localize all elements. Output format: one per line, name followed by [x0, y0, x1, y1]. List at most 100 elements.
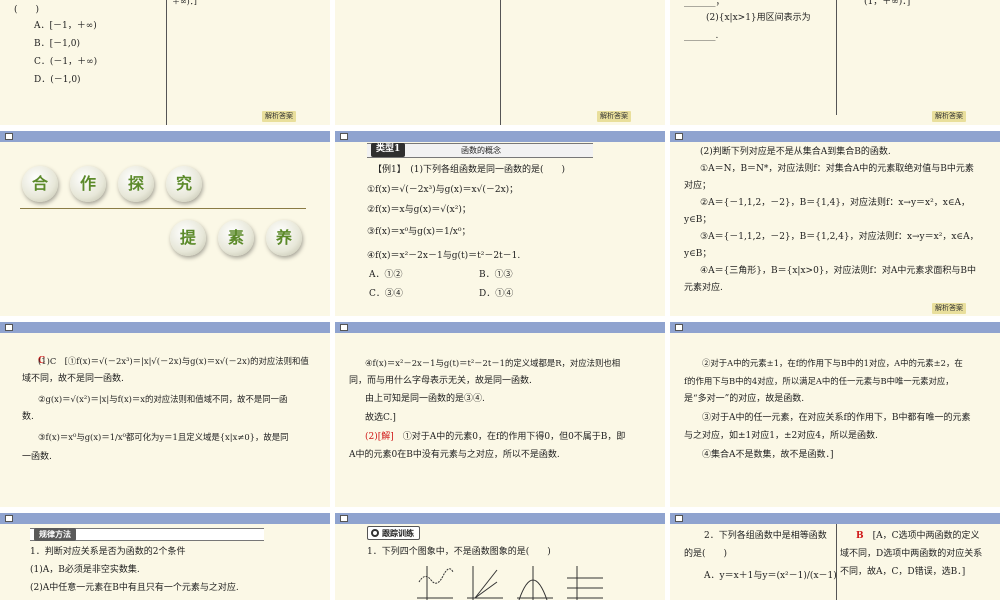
item-3: ③f(x)＝x⁰与g(x)＝1/x⁰；: [367, 227, 471, 237]
slide-icon: [675, 324, 683, 331]
slide-icon: [340, 133, 348, 140]
slide-grid: ( ) A．[－1，＋∞) B．[－1,0) C．(－1，＋∞) D．(－1,0…: [0, 0, 1000, 600]
slide-8-body: ④f(x)＝x²－2x－1与g(t)＝t²－2t－1的定义域都是R，对应法则也相…: [335, 333, 665, 507]
solution-line: 同，而与用什么字母表示无关，故是同一函数.: [349, 376, 532, 386]
option-d: D．①④: [479, 289, 514, 299]
solution-line: ④f(x)＝x²－2x－1与g(t)＝t²－2t－1的定义域都是R，对应法则也相: [365, 358, 621, 368]
slide-4[interactable]: 合 作 探 究 提 素 养: [0, 131, 330, 316]
slide-bar: [0, 131, 330, 142]
slide-icon: [340, 515, 348, 522]
option-b: B．①③: [479, 270, 513, 280]
slide-7-body: C (1)C [①f(x)＝√(－2x³)＝|x|√(－2x)与g(x)＝x√(…: [0, 333, 330, 507]
option-b: B．[－1,0): [34, 39, 80, 49]
slide-bar: [670, 131, 1000, 142]
question-line: (2){x|x>1}用区间表示为: [706, 13, 811, 23]
graph-b: [467, 566, 503, 600]
solution-line: (1)C [①f(x)＝√(－2x³)＝|x|√(－2x)与g(x)＝x√(－2…: [38, 356, 309, 366]
slide-bar: [670, 513, 1000, 524]
slide-12[interactable]: 2．下列各组函数中是相等函数 的是( ) A．y＝x＋1与y＝(x²－1)/(x…: [670, 513, 1000, 600]
solution-line: ④集合A不是数集，故不是函数．]: [702, 450, 834, 460]
slide-9-body: ②对于A中的元素±1，在f的作用下与B中的1对应，A中的元素±2，在 f的作用下…: [670, 333, 1000, 507]
solution-line: 一函数.: [22, 452, 52, 462]
slide-5-body: 函数的概念 类型1 【例1】 (1)下列各组函数是同一函数的是( ) ①f(x)…: [335, 142, 665, 316]
solution-line: 是“多对一”的对应，故是函数.: [684, 394, 805, 404]
slide-12-body: 2．下列各组函数中是相等函数 的是( ) A．y＝x＋1与y＝(x²－1)/(x…: [670, 524, 1000, 600]
method-line: (2)A中任意一元素在B中有且只有一个元素与之对应.: [30, 583, 239, 593]
divider: [836, 524, 837, 600]
question-line: ②A＝{－1,1,2，－2}，B＝{1,4}，对应法则f：x→y＝x²，x∈A，: [700, 198, 970, 208]
slide-icon: [5, 515, 13, 522]
option-a: A．①②: [369, 270, 403, 280]
graph-a: [417, 566, 454, 600]
slide-icon: [5, 324, 13, 331]
question-line: ④A＝{三角形}，B＝{x|x>0}，对应法则f：对A中元素求面积与B中: [700, 266, 976, 276]
slide-bar: [0, 322, 330, 333]
slide-8[interactable]: ④f(x)＝x²－2x－1与g(t)＝t²－2t－1的定义域都是R，对应法则也相…: [335, 322, 665, 507]
subtitle-char-circle: 养: [266, 220, 302, 256]
slide-11-body: 跟踪训练 1．下列四个图象中，不是函数图象的是( ): [335, 524, 665, 600]
slide-11[interactable]: 跟踪训练 1．下列四个图象中，不是函数图象的是( ): [335, 513, 665, 600]
subtitle-char-circle: 提: [170, 220, 206, 256]
subtitle-char-circle: 素: [218, 220, 254, 256]
answer-text: [A，C选项中两函数的定义: [872, 531, 980, 541]
solution-line: ②对于A中的元素±1，在f的作用下与B中的1对应，A中的元素±2，在: [702, 358, 963, 368]
slide-icon: [675, 133, 683, 140]
right-text: ＋∞)．]: [172, 0, 197, 6]
solution-line: 域不同，故不是同一函数.: [22, 374, 124, 384]
slide-10-body: 规律方法 1．判断对应关系是否为函数的2个条件 (1)A，B必须是非空实数集. …: [0, 524, 330, 600]
slide-bar: [670, 322, 1000, 333]
slide-5[interactable]: 函数的概念 类型1 【例1】 (1)下列各组函数是同一函数的是( ) ①f(x)…: [335, 131, 665, 316]
answer-line: 域不同，D选项中两函数的对应关系: [840, 549, 983, 559]
section-tab: 类型1: [371, 143, 406, 157]
question-paren: ( ): [14, 5, 40, 15]
question-line: y∈B；: [684, 249, 712, 259]
option-c: C．(－1，＋∞): [34, 57, 98, 67]
slide-1-body: ( ) A．[－1，＋∞) B．[－1,0) C．(－1，＋∞) D．(－1,0…: [0, 0, 330, 125]
answer-button[interactable]: 解析答案: [932, 303, 966, 314]
answer-button[interactable]: 解析答案: [262, 111, 296, 122]
title-char-circle: 究: [166, 166, 202, 202]
title-char-circle: 作: [70, 166, 106, 202]
answer-button[interactable]: 解析答案: [597, 111, 631, 122]
solution-line: ③对于A中的任一元素，在对应关系f的作用下，B中都有唯一的元素: [702, 413, 971, 423]
exercise-question: 2．下列各组函数中是相等函数: [704, 531, 827, 541]
slide-3[interactable]: _______； (2){x|x>1}用区间表示为 _______. (1，＋∞…: [670, 0, 1000, 125]
graph-d: [567, 566, 603, 600]
item-4: ④f(x)＝x²－2x－1与g(t)＝t²－2t－1.: [367, 251, 521, 261]
slide-2-body: 解析答案: [335, 0, 665, 125]
divider: [836, 0, 837, 115]
slide-9[interactable]: ②对于A中的元素±1，在f的作用下与B中的1对应，A中的元素±2，在 f的作用下…: [670, 322, 1000, 507]
slide-1[interactable]: ( ) A．[－1，＋∞) B．[－1,0) C．(－1，＋∞) D．(－1,0…: [0, 0, 330, 125]
option-c: C．③④: [369, 289, 403, 299]
target-icon: [371, 529, 379, 537]
exercise-question: 的是( ): [684, 549, 728, 559]
solution-line: (2)[解] ①对于A中的元素0，在f的作用下得0，但0不属于B，即: [365, 431, 625, 445]
question-line: 对应；: [684, 181, 712, 191]
divider: [500, 0, 501, 125]
question-line: (2)判断下列对应是不是从集合A到集合B的函数.: [700, 147, 891, 157]
divider: [166, 0, 167, 125]
question-line: ①A＝N，B＝N*，对应法则f：对集合A中的元素取绝对值与B中元素: [700, 164, 974, 174]
solution-tag: (2)[解]: [365, 432, 394, 442]
title-char-circle: 探: [118, 166, 154, 202]
question-line: 元素对应.: [684, 283, 723, 293]
option-a: A．y＝x＋1与y＝(x²－1)/(x－1): [704, 571, 837, 581]
answer-button[interactable]: 解析答案: [932, 111, 966, 122]
slide-3-body: _______； (2){x|x>1}用区间表示为 _______. (1，＋∞…: [670, 0, 1000, 125]
question-line: y∈B；: [684, 215, 712, 225]
slide-2[interactable]: 解析答案: [335, 0, 665, 125]
solution-line: 由上可知是同一函数的是③④.: [365, 394, 485, 404]
solution-line: ②g(x)＝√(x²)＝|x|与f(x)＝x的对应法则和值域不同，故不是同一函: [38, 394, 288, 404]
right-text: (1，＋∞)．]: [864, 0, 911, 7]
slide-bar: [335, 322, 665, 333]
slide-10[interactable]: 规律方法 1．判断对应关系是否为函数的2个条件 (1)A，B必须是非空实数集. …: [0, 513, 330, 600]
option-a: A．[－1，＋∞): [34, 21, 97, 31]
slide-7[interactable]: C (1)C [①f(x)＝√(－2x³)＝|x|√(－2x)与g(x)＝x√(…: [0, 322, 330, 507]
slide-6[interactable]: (2)判断下列对应是不是从集合A到集合B的函数. ①A＝N，B＝N*，对应法则f…: [670, 131, 1000, 316]
section-tab: 跟踪训练: [367, 526, 420, 540]
method-line: 1．判断对应关系是否为函数的2个条件: [30, 547, 186, 557]
slide-bar: [335, 513, 665, 524]
blank-line: _______；: [684, 0, 725, 7]
section-tab: 规律方法: [34, 528, 76, 541]
item-1: ①f(x)＝√(－2x³)与g(x)＝x√(－2x)；: [367, 185, 519, 195]
